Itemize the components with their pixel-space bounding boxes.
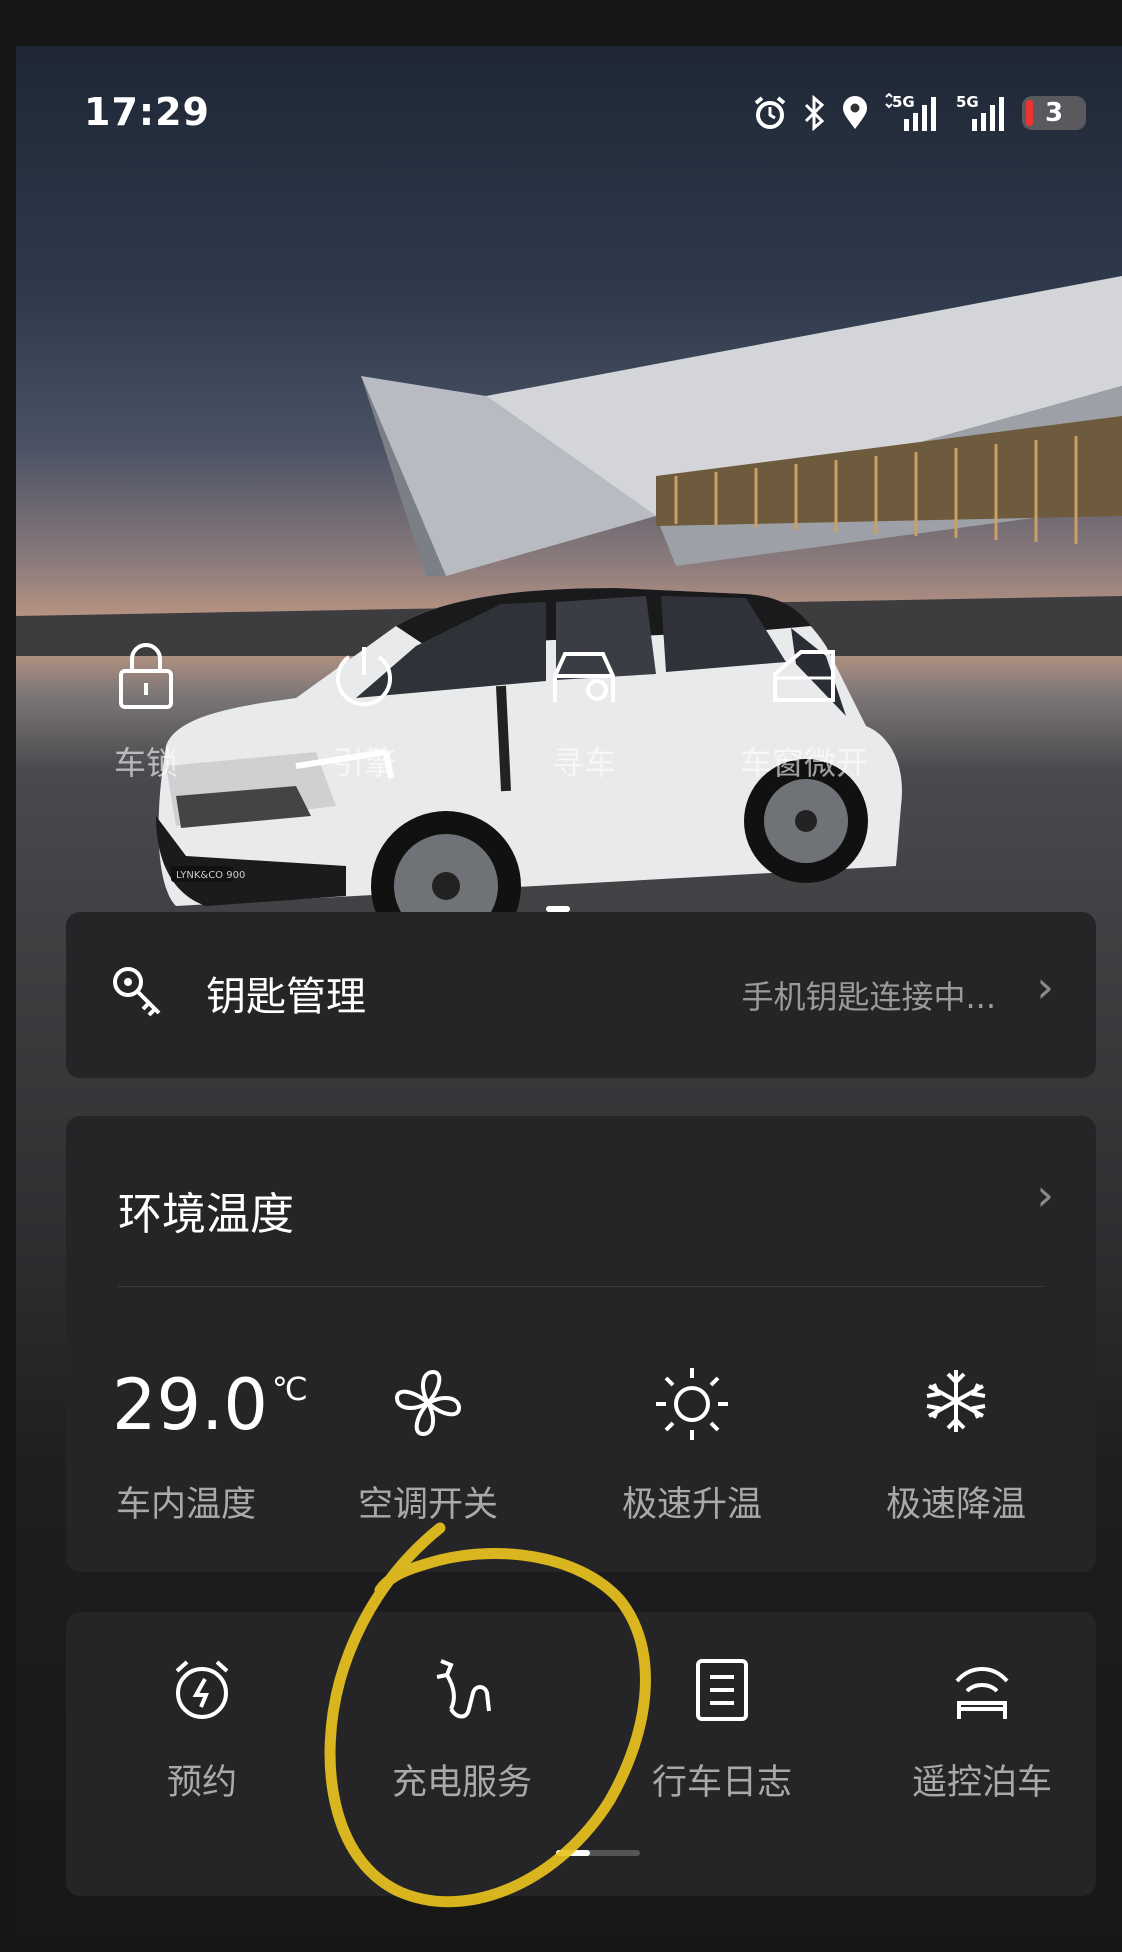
charging-plug-icon (436, 1659, 491, 1719)
sun-icon (656, 1368, 728, 1440)
snowflake-icon (926, 1370, 986, 1432)
bluetooth-icon (804, 95, 825, 131)
temperature-value: 29.0 (112, 1364, 268, 1446)
status-bar: 17:29 5G 5G 3 (16, 46, 1122, 176)
window-icon (773, 650, 835, 702)
divider (118, 1286, 1044, 1287)
service-reservation[interactable]: 预约 (102, 1650, 302, 1805)
alarm-icon (754, 96, 786, 129)
quick-action-label: 车窗微开 (739, 744, 868, 782)
power-icon (336, 647, 392, 707)
key-icon (113, 967, 161, 1017)
quick-action-find-car[interactable]: 寻车 (494, 636, 674, 784)
signal-5g-icon: 5G (956, 93, 1004, 131)
key-management-card[interactable]: 钥匙管理 手机钥匙连接中... › (66, 912, 1096, 1078)
key-connection-status: 手机钥匙连接中... (741, 978, 996, 1016)
temperature-unit: ℃ (271, 1370, 308, 1408)
key-management-title: 钥匙管理 (206, 974, 366, 1020)
cabin-temperature: 29.0 ℃ (112, 1364, 308, 1446)
quick-action-label: 引擎 (331, 744, 396, 782)
service-charging[interactable]: 充电服务 (362, 1650, 562, 1805)
rapid-cool-label: 极速降温 (885, 1485, 1026, 1525)
service-label: 充电服务 (391, 1763, 532, 1803)
ac-toggle-label: 空调开关 (357, 1485, 498, 1525)
find-car-icon (553, 652, 615, 702)
chevron-right-icon[interactable]: › (1036, 1170, 1054, 1221)
page-indicator (556, 1850, 640, 1856)
service-label: 行车日志 (651, 1763, 792, 1803)
signal-5g-icon: 5G (885, 93, 936, 131)
service-label: 预约 (166, 1763, 237, 1803)
network-label-5g: 5G (956, 93, 979, 111)
alarm-clock-bolt-icon (175, 1660, 229, 1719)
app-screen: 17:29 5G 5G 3 LYNK&CO 900 车锁 引擎 寻车 车窗微开 … (16, 46, 1122, 1952)
quick-actions: 车锁 引擎 寻车 车窗微开 (16, 636, 1122, 856)
log-icon (696, 1659, 748, 1721)
rapid-cool-button[interactable] (856, 1366, 1056, 1436)
ac-toggle-button[interactable] (328, 1366, 528, 1440)
environment-card: 环境温度 › 29.0 ℃ 车内温度 空调开关 极速升温 极速降温 (66, 1116, 1096, 1572)
lock-icon (119, 643, 173, 709)
quick-action-window[interactable]: 车窗微开 (714, 636, 894, 784)
chevron-right-icon: › (1036, 962, 1054, 1013)
location-icon (843, 96, 867, 129)
fan-icon (394, 1369, 462, 1437)
service-driving-log[interactable]: 行车日志 (622, 1650, 822, 1805)
rapid-heat-button[interactable] (592, 1366, 792, 1442)
status-icons: 5G 5G 3 (752, 90, 1086, 136)
rapid-heat-label: 极速升温 (621, 1485, 762, 1525)
quick-action-label: 寻车 (551, 744, 616, 782)
battery-level: 3 (1044, 98, 1064, 128)
service-label: 遥控泊车 (911, 1763, 1052, 1803)
quick-action-lock[interactable]: 车锁 (56, 636, 236, 784)
battery-indicator: 3 (1022, 96, 1086, 130)
service-remote-parking[interactable]: 遥控泊车 (882, 1650, 1082, 1805)
cabin-temperature-label: 车内温度 (115, 1485, 256, 1525)
quick-action-engine[interactable]: 引擎 (274, 636, 454, 784)
network-label-5g: 5G (892, 93, 915, 111)
remote-parking-icon (955, 1667, 1009, 1719)
status-time: 17:29 (84, 90, 210, 134)
environment-title: 环境温度 (118, 1189, 294, 1240)
quick-action-label: 车锁 (113, 744, 178, 782)
car-badge: LYNK&CO 900 (176, 870, 245, 881)
services-card: 预约 充电服务 行车日志 遥控泊车 (66, 1612, 1096, 1896)
